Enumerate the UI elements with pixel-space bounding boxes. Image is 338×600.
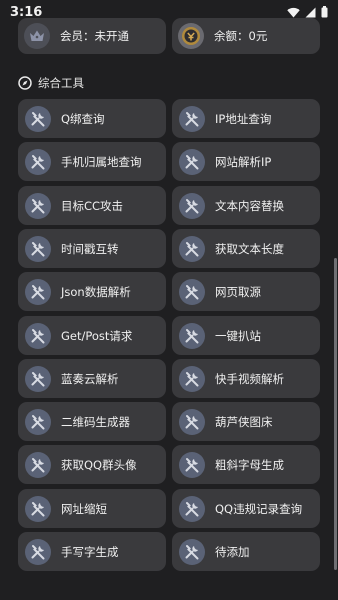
- tool-card[interactable]: 粗斜字母生成: [172, 445, 320, 484]
- wifi-icon: [287, 7, 300, 17]
- tools-icon: [25, 495, 51, 522]
- tool-card[interactable]: 手写字生成: [18, 532, 166, 571]
- tool-label: 网页取源: [215, 284, 261, 299]
- tools-icon: [179, 235, 205, 262]
- tools-icon: [25, 451, 51, 478]
- signal-icon: [305, 7, 316, 17]
- tool-card[interactable]: 获取QQ群头像: [18, 445, 166, 484]
- tool-label: QQ违规记录查询: [215, 501, 303, 516]
- tool-label: 时间戳互转: [61, 241, 119, 256]
- tools-icon: [25, 105, 51, 132]
- tool-card[interactable]: Json数据解析: [18, 272, 166, 311]
- tools-icon: [179, 192, 205, 219]
- tools-icon: [25, 278, 51, 305]
- tool-card[interactable]: 文本内容替换: [172, 186, 320, 225]
- tool-label: 手机归属地查询: [61, 154, 142, 169]
- tool-card[interactable]: 待添加: [172, 532, 320, 571]
- tools-icon: [179, 278, 205, 305]
- tools-icon: [179, 365, 205, 392]
- scrollbar[interactable]: [334, 258, 337, 570]
- tool-card[interactable]: 网站解析IP: [172, 142, 320, 181]
- tool-card[interactable]: 获取文本长度: [172, 229, 320, 268]
- tool-label: IP地址查询: [215, 111, 272, 126]
- tool-label: 网站解析IP: [215, 154, 272, 169]
- balance-label: 余额：0元: [214, 29, 268, 43]
- tool-card[interactable]: 一键扒站: [172, 316, 320, 355]
- status-icons: [287, 6, 328, 18]
- tools-icon: [25, 365, 51, 392]
- tool-label: 获取文本长度: [215, 241, 284, 256]
- tool-label: 待添加: [215, 544, 250, 559]
- tool-label: 粗斜字母生成: [215, 457, 284, 472]
- tools-icon: [25, 322, 51, 349]
- tool-label: 目标CC攻击: [61, 198, 124, 213]
- tools-icon: [179, 148, 205, 175]
- tools-icon: [25, 148, 51, 175]
- tool-label: 快手视频解析: [215, 371, 284, 386]
- membership-card[interactable]: 会员：未开通: [18, 18, 166, 54]
- tool-card[interactable]: 二维码生成器: [18, 402, 166, 441]
- tools-icon: [25, 192, 51, 219]
- tools-icon: [25, 235, 51, 262]
- tool-label: 手写字生成: [61, 544, 119, 559]
- tool-label: Q绑查询: [61, 111, 105, 126]
- tool-label: 获取QQ群头像: [61, 457, 137, 472]
- tool-card[interactable]: 目标CC攻击: [18, 186, 166, 225]
- compass-icon: [18, 76, 32, 90]
- tools-icon: [25, 538, 51, 565]
- tool-card[interactable]: 时间戳互转: [18, 229, 166, 268]
- crown-icon: [24, 23, 50, 49]
- tool-label: 葫芦侠图床: [215, 414, 273, 429]
- balance-card[interactable]: 余额：0元: [172, 18, 320, 54]
- tool-card[interactable]: IP地址查询: [172, 99, 320, 138]
- tool-card[interactable]: Q绑查询: [18, 99, 166, 138]
- tool-label: Get/Post请求: [61, 328, 133, 343]
- tools-icon: [179, 105, 205, 132]
- tool-card[interactable]: 网页取源: [172, 272, 320, 311]
- tools-icon: [179, 451, 205, 478]
- tool-card[interactable]: 蓝奏云解析: [18, 359, 166, 398]
- coin-icon: [178, 23, 204, 49]
- tools-icon: [179, 538, 205, 565]
- tool-card[interactable]: 网址缩短: [18, 489, 166, 528]
- tool-card[interactable]: 葫芦侠图床: [172, 402, 320, 441]
- tool-label: Json数据解析: [61, 284, 131, 299]
- tool-card[interactable]: 快手视频解析: [172, 359, 320, 398]
- tool-label: 一键扒站: [215, 328, 261, 343]
- tool-card[interactable]: 手机归属地查询: [18, 142, 166, 181]
- section-header: 综合工具: [18, 74, 84, 92]
- tool-card[interactable]: Get/Post请求: [18, 316, 166, 355]
- tools-icon: [179, 322, 205, 349]
- tools-icon: [179, 408, 205, 435]
- section-title: 综合工具: [38, 76, 84, 90]
- tool-label: 蓝奏云解析: [61, 371, 119, 386]
- tool-label: 网址缩短: [61, 501, 107, 516]
- membership-label: 会员：未开通: [60, 29, 129, 43]
- tools-icon: [179, 495, 205, 522]
- tool-card[interactable]: QQ违规记录查询: [172, 489, 320, 528]
- battery-icon: [321, 6, 328, 18]
- tools-icon: [25, 408, 51, 435]
- tool-label: 文本内容替换: [215, 198, 284, 213]
- tool-label: 二维码生成器: [61, 414, 130, 429]
